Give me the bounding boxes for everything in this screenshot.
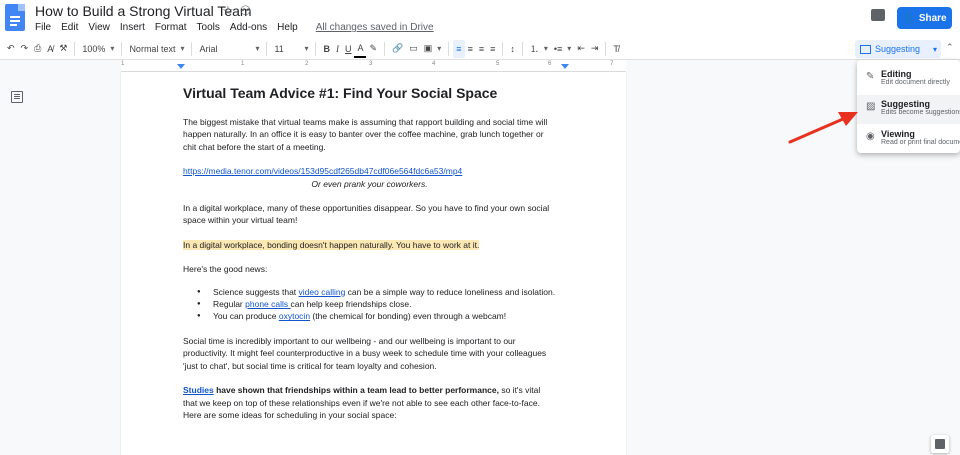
app-header: How to Build a Strong Virtual Team ☆ ⚇ F… [0, 0, 960, 38]
right-indent-marker[interactable] [561, 64, 569, 69]
ruler[interactable]: 1 1 2 3 4 5 6 7 [121, 60, 626, 72]
menu-format[interactable]: Format [155, 22, 187, 33]
list-item: Science suggests that video calling can … [197, 286, 556, 299]
menu-add-ons[interactable]: Add-ons [230, 22, 267, 33]
menu-insert[interactable]: Insert [120, 22, 145, 33]
video-calling-link[interactable]: video calling [299, 287, 346, 297]
oxytocin-link[interactable]: oxytocin [279, 311, 310, 321]
suggest-edits-icon: ▨ [866, 101, 876, 112]
italic-icon[interactable]: I [333, 40, 342, 58]
doc-paragraph: Social time is incredibly important to o… [183, 335, 547, 371]
list-item: You can produce oxytocin (the chemical f… [197, 310, 556, 323]
doc-heading: Virtual Team Advice #1: Find Your Social… [183, 85, 498, 101]
print-icon[interactable]: ⎙ [31, 40, 44, 58]
star-icon[interactable]: ☆ [222, 3, 234, 19]
phone-calls-link[interactable]: phone calls [245, 299, 290, 309]
save-status-link[interactable]: All changes saved in Drive [316, 22, 434, 33]
menu-bar: File Edit View Insert Format Tools Add-o… [35, 22, 434, 33]
menu-view[interactable]: View [88, 22, 110, 33]
mode-option-editing[interactable]: ✎ Editing Edit document directly [857, 65, 960, 94]
share-button[interactable]: 👤 Share [897, 7, 952, 29]
font-size-select[interactable]: 11 [271, 40, 311, 58]
list-item: Regular phone calls can help keep friend… [197, 298, 556, 311]
spellcheck-icon[interactable]: A̸ [44, 40, 56, 58]
docs-logo-icon[interactable] [5, 4, 25, 31]
document-page[interactable]: Virtual Team Advice #1: Find Your Social… [121, 72, 626, 455]
increase-indent-icon[interactable]: ⇥ [588, 40, 602, 58]
chevron-down-icon: ▾ [933, 44, 938, 54]
doc-paragraph: The biggest mistake that virtual teams m… [183, 117, 548, 152]
tenor-video-link[interactable]: https://media.tenor.com/videos/153d95cdf… [183, 166, 462, 176]
mode-option-viewing[interactable]: ◉ Viewing Read or print final document [857, 125, 960, 153]
eye-icon: ◉ [866, 131, 875, 142]
explore-icon[interactable] [931, 435, 949, 453]
clear-formatting-icon[interactable]: T̸ [610, 40, 622, 58]
underline-icon[interactable]: U [342, 40, 355, 58]
formatting-toolbar: ↶ ↷ ⎙ A̸ ⚒ 100% Normal text Arial 11 B I… [0, 38, 960, 60]
bold-icon[interactable]: B [320, 40, 333, 58]
align-center-icon[interactable]: ≡ [465, 40, 476, 58]
share-label: Share [918, 12, 947, 24]
document-outline-icon[interactable] [11, 91, 23, 103]
mode-option-suggesting[interactable]: ▨ Suggesting Edits become suggestions [857, 95, 960, 124]
align-right-icon[interactable]: ≡ [476, 40, 487, 58]
highlighted-text: In a digital workplace, bonding doesn't … [183, 239, 480, 250]
menu-file[interactable]: File [35, 22, 51, 33]
menu-help[interactable]: Help [277, 22, 298, 33]
bulleted-list-icon[interactable]: •≡ [551, 40, 574, 58]
menu-edit[interactable]: Edit [61, 22, 78, 33]
doc-paragraph: In a digital workplace, many of these op… [183, 203, 550, 226]
insert-link-icon[interactable]: 🔗 [389, 40, 406, 58]
zoom-select[interactable]: 100% [79, 40, 117, 58]
insert-image-icon[interactable]: ▣ [421, 40, 445, 58]
undo-icon[interactable]: ↶ [4, 40, 18, 58]
document-body[interactable]: Virtual Team Advice #1: Find Your Social… [183, 84, 556, 433]
insert-comment-icon[interactable]: ▭ [406, 40, 421, 58]
comment-history-icon[interactable] [871, 9, 885, 21]
align-left-icon[interactable]: ≡ [453, 39, 465, 58]
doc-paragraph: Here's the good news: [183, 264, 268, 275]
align-justify-icon[interactable]: ≡ [487, 40, 498, 58]
hide-menus-icon[interactable]: ⌃ [946, 42, 954, 53]
redo-icon[interactable]: ↷ [18, 40, 32, 58]
highlight-color-icon[interactable]: ✎ [366, 40, 380, 58]
doc-bullet-list: Science suggests that video calling can … [197, 286, 556, 324]
doc-paragraph: Studies have shown that friendships with… [183, 385, 541, 420]
text-color-icon[interactable]: A [354, 40, 367, 58]
document-title[interactable]: How to Build a Strong Virtual Team [35, 3, 252, 19]
studies-link[interactable]: Studies [183, 385, 214, 395]
menu-tools[interactable]: Tools [197, 22, 220, 33]
indent-marker[interactable] [177, 64, 185, 69]
editing-mode-button[interactable]: Suggesting ▾ [855, 40, 941, 58]
editing-mode-label: Suggesting [875, 44, 921, 54]
paint-format-icon[interactable]: ⚒ [56, 40, 70, 58]
line-spacing-icon[interactable]: ↕ [507, 40, 518, 58]
pencil-icon: ✎ [866, 71, 875, 82]
decrease-indent-icon[interactable]: ⇤ [574, 40, 588, 58]
font-select[interactable]: Arial [196, 40, 262, 58]
suggesting-mode-icon [860, 44, 871, 54]
move-to-drive-icon[interactable]: ⚇ [240, 3, 252, 19]
style-select[interactable]: Normal text [126, 40, 187, 58]
docs-window: How to Build a Strong Virtual Team ☆ ⚇ F… [0, 0, 960, 455]
numbered-list-icon[interactable]: ⒈ [527, 40, 551, 58]
editing-mode-menu: ✎ Editing Edit document directly ▨ Sugge… [857, 60, 960, 153]
doc-caption: Or even prank your coworkers. [311, 178, 428, 189]
person-add-icon: 👤 [902, 12, 915, 24]
